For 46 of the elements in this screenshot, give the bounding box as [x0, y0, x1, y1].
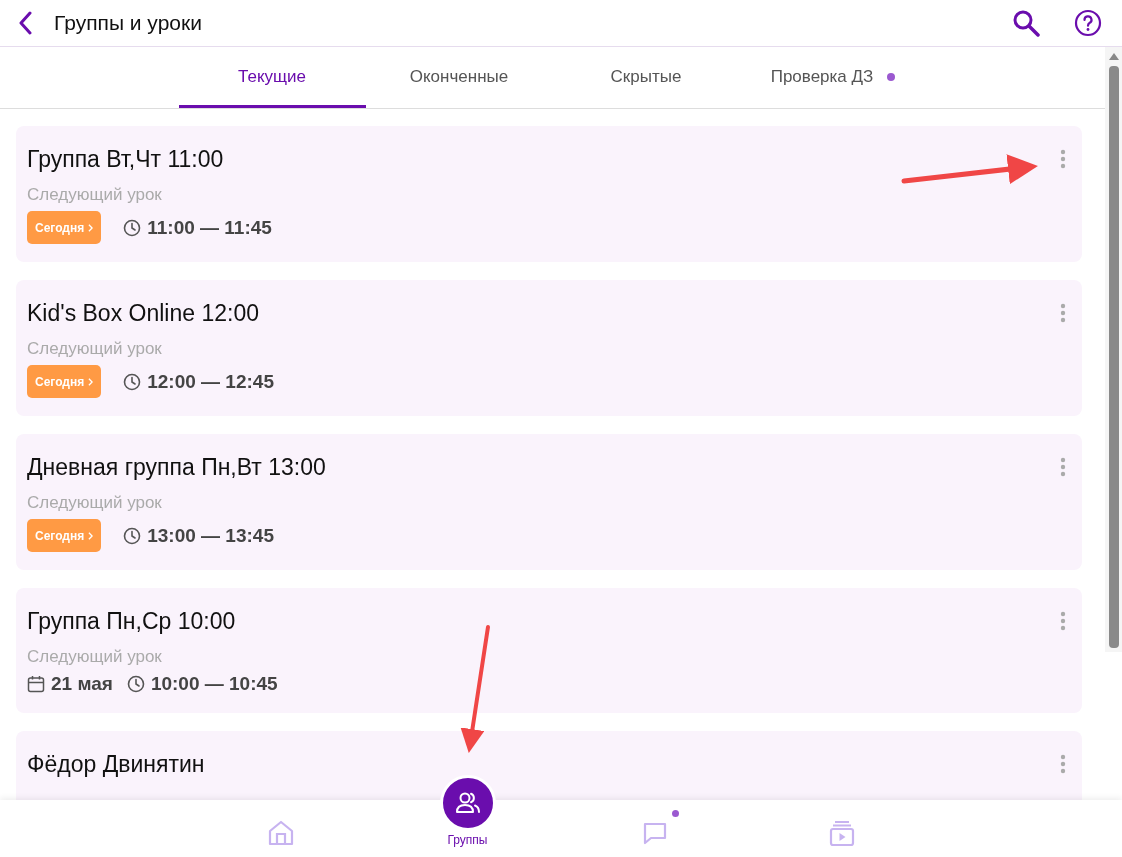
- group-card[interactable]: Группа Вт,Чт 11:00 Следующий урок Сегодня 11:00 — 11:45: [16, 126, 1082, 262]
- search-icon[interactable]: [1012, 9, 1040, 37]
- video-library-icon: [827, 819, 856, 847]
- group-title: Дневная группа Пн,Вт 13:00: [27, 454, 326, 481]
- scrollbar[interactable]: [1105, 47, 1122, 652]
- group-card[interactable]: Группа Пн,Ср 10:00 Следующий урок 21 мая 10:00 — 10:45: [16, 588, 1082, 713]
- clock-icon: [126, 675, 145, 693]
- next-lesson-label: Следующий урок: [27, 339, 163, 359]
- more-icon[interactable]: [1060, 754, 1066, 774]
- scroll-thumb[interactable]: [1108, 66, 1119, 648]
- lesson-time: 12:00 — 12:45: [147, 370, 274, 393]
- next-lesson-label: Следующий урок: [27, 647, 163, 667]
- chevron-icon: [88, 377, 94, 386]
- clock-icon: [123, 526, 142, 545]
- group-title: Группа Пн,Ср 10:00: [27, 608, 236, 635]
- chevron-icon: [88, 531, 94, 540]
- scroll-up-icon[interactable]: [1108, 52, 1119, 60]
- lesson-time: 11:00 — 11:45: [147, 216, 272, 239]
- next-lesson-label: Следующий урок: [27, 493, 163, 513]
- tab[interactable]: Текущие: [178, 47, 366, 108]
- help-icon[interactable]: [1074, 9, 1102, 37]
- next-lesson-label: Следующий урок: [27, 185, 163, 205]
- group-title: Группа Вт,Чт 11:00: [27, 146, 224, 173]
- home-icon: [266, 819, 295, 847]
- calendar-icon: [27, 675, 45, 693]
- more-icon[interactable]: [1060, 611, 1066, 631]
- tab[interactable]: Оконченные: [365, 47, 553, 108]
- group-card[interactable]: Фёдор Двинятин: [16, 731, 1082, 800]
- group-card[interactable]: Kid's Box Online 12:00 Следующий урок Сегодня 12:00 — 12:45: [16, 280, 1082, 416]
- nav-label: Группы: [447, 833, 488, 847]
- group-title: Kid's Box Online 12:00: [27, 300, 259, 327]
- tab[interactable]: Проверка ДЗ: [739, 47, 927, 108]
- page-title: Группы и уроки: [54, 11, 202, 35]
- clock-icon: [123, 372, 142, 391]
- more-icon[interactable]: [1060, 457, 1066, 477]
- lesson-time: 10:00 — 10:45: [150, 673, 278, 695]
- tab[interactable]: Скрытые: [552, 47, 740, 108]
- lesson-time: 13:00 — 13:45: [147, 524, 274, 547]
- group-card[interactable]: Дневная группа Пн,Вт 13:00 Следующий урок Сегодня 13:00 — 13:45: [16, 434, 1082, 570]
- back-icon[interactable]: [18, 11, 32, 35]
- lesson-date: 21 мая: [51, 673, 113, 695]
- chevron-icon: [88, 223, 94, 232]
- group-title: Фёдор Двинятин: [27, 751, 205, 778]
- clock-icon: [123, 218, 142, 237]
- more-icon[interactable]: [1060, 303, 1066, 323]
- more-icon[interactable]: [1060, 149, 1066, 169]
